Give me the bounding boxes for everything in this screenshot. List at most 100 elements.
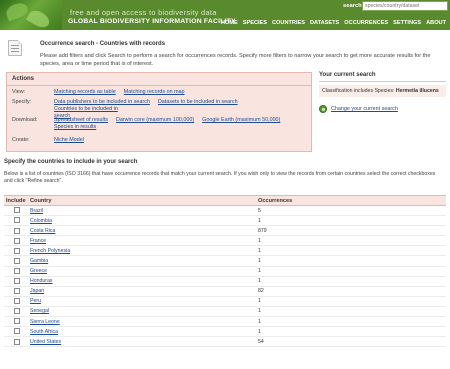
table-row: Sierra Leone 1 [4, 316, 446, 328]
gbif-logo-image[interactable] [0, 0, 62, 30]
include-checkbox[interactable] [14, 237, 20, 244]
create-label: Create: [12, 137, 30, 143]
countries-section-title: Specify the countries to include in your… [4, 159, 138, 165]
include-checkbox[interactable] [14, 278, 20, 285]
include-checkbox[interactable] [14, 298, 20, 305]
include-checkbox[interactable] [14, 247, 20, 254]
country-link[interactable]: Brazil [30, 208, 43, 214]
current-search-panel: Your current search Classification inclu… [319, 72, 446, 113]
table-row: Greece 1 [4, 266, 446, 277]
current-search-heading: Your current search [319, 72, 376, 78]
occurrence-count: 1 [256, 296, 446, 307]
actions-panel: Actions View: Matching records as table … [6, 72, 312, 152]
site-header: free and open access to biodiversity dat… [0, 0, 450, 30]
change-search-button[interactable]: Change your current search [319, 105, 446, 113]
occurrence-count: 1 [256, 255, 446, 267]
table-row: Japan 82 [4, 286, 446, 297]
table-row: French Polynesia 1 [4, 245, 446, 257]
include-checkbox[interactable] [14, 288, 20, 295]
search-label: search [343, 3, 362, 9]
table-row: Peru 1 [4, 296, 446, 307]
include-checkbox[interactable] [14, 338, 20, 345]
occurrence-count: 82 [256, 286, 446, 297]
table-row: France 1 [4, 235, 446, 247]
site-title: GLOBAL BIODIVERSITY INFORMATION FACILITY [68, 18, 236, 25]
country-link[interactable]: Honduras [30, 278, 53, 284]
occurrence-count: 879 [256, 225, 446, 237]
page-title: Occurrence search - Countries with recor… [40, 41, 166, 47]
countries-section-description: Below is a list of countries (ISO 3166) … [4, 171, 436, 185]
table-row: Senegal 1 [4, 306, 446, 318]
tagline: free and open access to biodiversity dat… [70, 8, 217, 17]
country-link[interactable]: French Polynesia [30, 248, 70, 254]
include-checkbox[interactable] [14, 308, 20, 315]
include-checkbox[interactable] [14, 328, 20, 335]
include-checkbox[interactable] [14, 318, 20, 325]
country-link[interactable]: Costa Rica [30, 228, 55, 234]
nav-occurrences[interactable]: OCCURRENCES [344, 20, 388, 26]
table-row: United States 54 [4, 336, 446, 348]
download-google-earth-link[interactable]: Google Earth (maximum 50,000) [202, 117, 280, 124]
page-description: Please add filters and click Search to p… [40, 53, 431, 67]
include-checkbox[interactable] [14, 217, 20, 224]
create-row: Create: Niche Model [12, 137, 309, 144]
country-link[interactable]: United States [30, 339, 61, 345]
download-label: Download: [12, 117, 38, 123]
occurrence-count: 1 [256, 316, 446, 328]
include-checkbox[interactable] [14, 257, 20, 264]
change-search-label: Change your current search [331, 106, 398, 112]
nav-species[interactable]: SPECIES [243, 20, 267, 26]
table-header-row: Include Country Occurrences [4, 195, 446, 206]
actions-heading: Actions [12, 76, 35, 82]
include-checkbox[interactable] [14, 227, 20, 234]
occurrence-count: 1 [256, 266, 446, 277]
country-link[interactable]: Japan [30, 288, 44, 294]
country-link[interactable]: Greece [30, 268, 47, 274]
search-input[interactable] [362, 1, 448, 11]
occurrence-count: 1 [256, 245, 446, 257]
occurrence-count: 1 [256, 306, 446, 318]
download-spreadsheet-link[interactable]: Spreadsheet of results [54, 117, 108, 124]
table-row: South Africa 1 [4, 326, 446, 338]
view-label: View: [12, 89, 26, 95]
occurrence-count: 1 [256, 276, 446, 287]
classification-value: Hermetia illucens [395, 88, 439, 94]
globe-icon [319, 105, 327, 113]
download-species-link[interactable]: Species in results [54, 124, 96, 131]
occurrence-count: 1 [256, 235, 446, 247]
nav-about[interactable]: ABOUT [426, 20, 446, 26]
nav-home[interactable]: HOME [221, 20, 238, 26]
country-link[interactable]: Gambia [30, 258, 48, 264]
classification-filter: Classification includes Species: Hermeti… [319, 85, 446, 97]
nav-countries[interactable]: COUNTRIES [272, 20, 305, 26]
specify-datasets-link[interactable]: Datasets to be included in search [158, 99, 238, 106]
classification-label: Classification includes Species: [322, 88, 395, 94]
country-link[interactable]: France [30, 238, 46, 244]
occurrence-count: 1 [256, 326, 446, 338]
download-darwin-core-link[interactable]: Darwin core (maximum 100,000) [116, 117, 194, 124]
view-map-link[interactable]: Matching records on map [124, 89, 185, 96]
table-row: Brazil 5 [4, 205, 446, 217]
country-link[interactable]: Senegal [30, 308, 49, 314]
table-row: Costa Rica 879 [4, 225, 446, 237]
view-row: View: Matching records as table Matching… [12, 89, 309, 96]
country-link[interactable]: Sierra Leone [30, 319, 60, 325]
country-link[interactable]: Colombia [30, 218, 52, 224]
nav-datasets[interactable]: DATASETS [310, 20, 339, 26]
view-table-link[interactable]: Matching records as table [54, 89, 116, 96]
table-row: Colombia 1 [4, 215, 446, 227]
nav-settings[interactable]: SETTINGS [393, 20, 421, 26]
country-link[interactable]: South Africa [30, 329, 58, 335]
occurrence-count: 54 [256, 336, 446, 348]
main-nav: HOME SPECIES COUNTRIES DATASETS OCCURREN… [221, 20, 446, 26]
niche-model-link[interactable]: Niche Model [54, 137, 84, 144]
table-row: Gambia 1 [4, 255, 446, 267]
include-checkbox[interactable] [14, 207, 20, 214]
occurrence-count: 1 [256, 215, 446, 227]
include-checkbox[interactable] [14, 267, 20, 274]
include-header: Include [4, 195, 28, 206]
country-link[interactable]: Peru [30, 298, 41, 304]
occurrences-header: Occurrences [256, 195, 446, 206]
specify-publishers-link[interactable]: Data publishers to be included in search [54, 99, 150, 106]
page-icon [8, 40, 22, 56]
